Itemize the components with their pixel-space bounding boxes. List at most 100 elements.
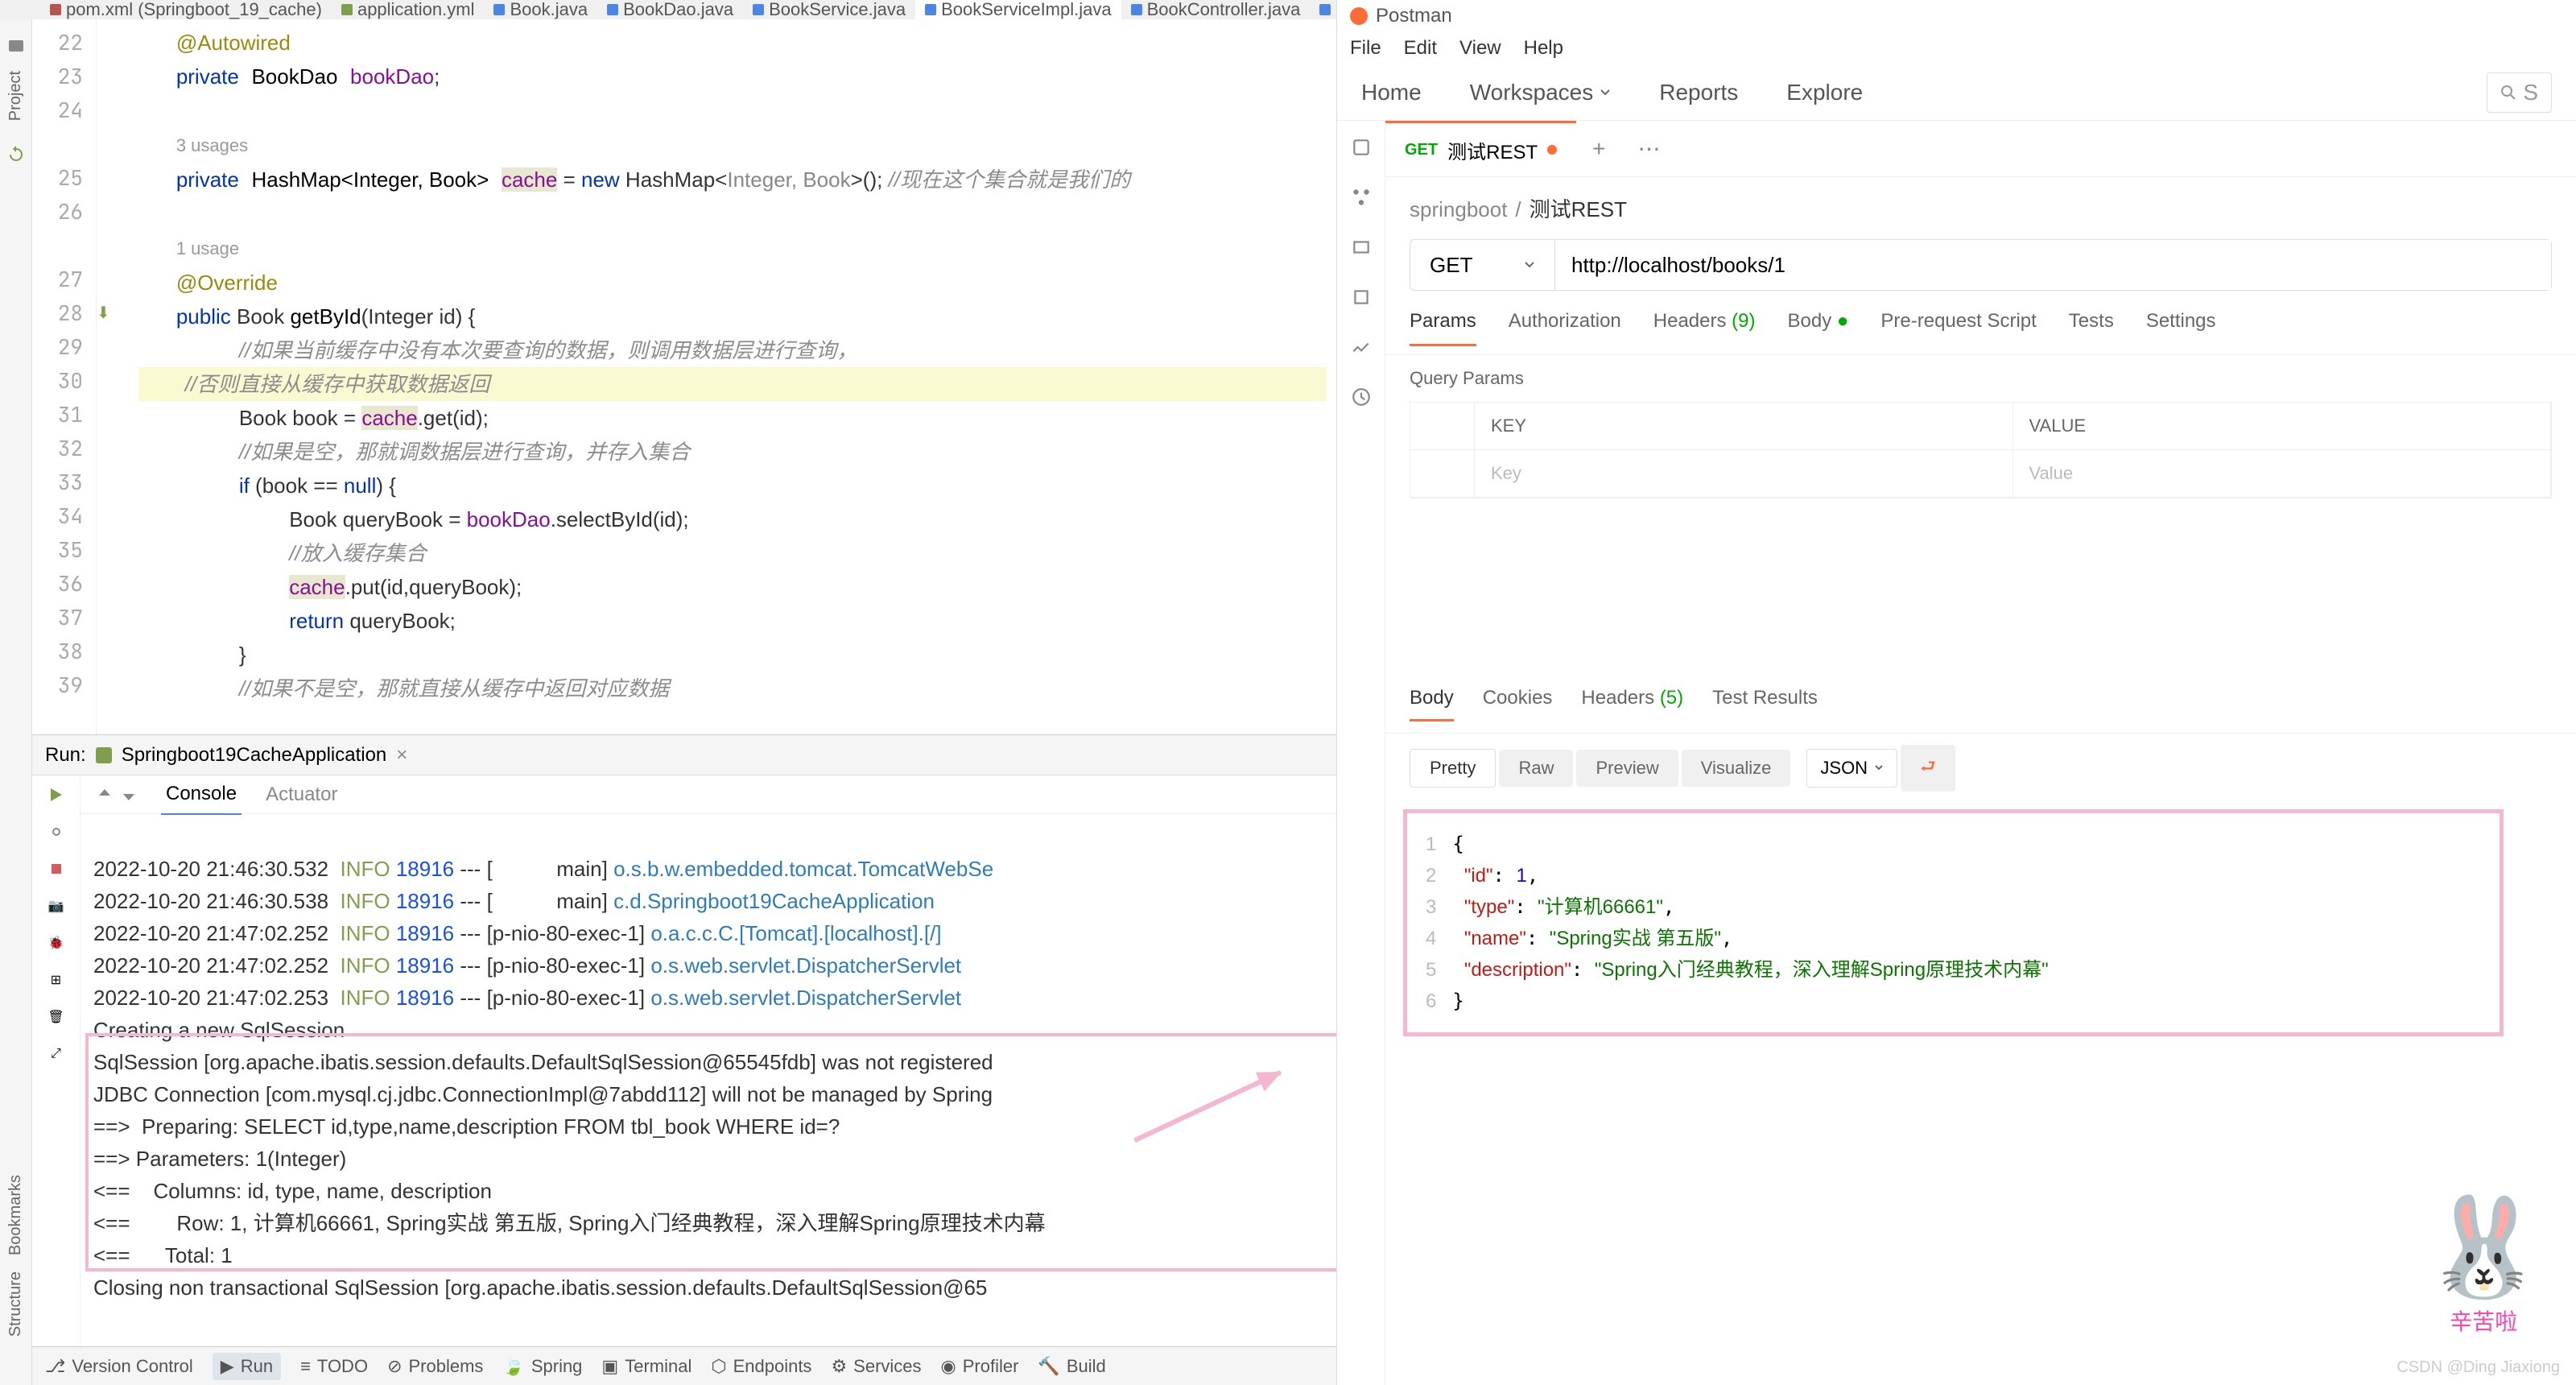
run-tool[interactable]: ▶ Run [213,1353,281,1380]
request-section-tabs: Params Authorization Headers (9) Body ● … [1385,291,2576,355]
col-check [1410,403,1475,449]
version-control-tool[interactable]: ⎇ Version Control [45,1356,193,1377]
log-line: 2022-10-20 21:46:30.538 INFO 18916 --- [… [93,889,935,913]
trash-button[interactable]: 🗑 [45,1006,68,1028]
menu-help[interactable]: Help [1524,37,1563,60]
menu-edit[interactable]: Edit [1404,37,1437,60]
request-tab[interactable]: GET 测试REST [1385,121,1576,176]
view-raw[interactable]: Raw [1499,750,1573,787]
resp-body-tab[interactable]: Body [1410,687,1454,721]
problems-tool[interactable]: ⊘ Problems [387,1356,483,1377]
wrap-button[interactable]: ⮐ [1901,745,1955,792]
down-icon[interactable] [121,787,137,803]
camera-button[interactable]: 📷 [45,895,68,917]
row-check[interactable] [1410,450,1475,497]
file-tab-yml[interactable]: application.yml [332,0,485,19]
terminal-tool[interactable]: ▣ Terminal [601,1356,691,1377]
xml-icon [50,4,61,15]
stop-button[interactable] [45,858,68,880]
tab-menu-button[interactable]: ⋯ [1622,135,1677,162]
nav-explore[interactable]: Explore [1786,80,1863,105]
view-pretty[interactable]: Pretty [1410,749,1496,788]
java-icon [753,4,764,15]
settings-button[interactable] [45,821,68,843]
view-visualize[interactable]: Visualize [1682,750,1791,787]
java-icon [1131,4,1142,15]
nav-reports[interactable]: Reports [1659,80,1738,105]
file-tab-bookdao[interactable]: BookDao.java [597,0,743,19]
code-content[interactable]: @Autowired private BookDao bookDao; 3 us… [129,19,1336,734]
run-label: Run: [45,744,86,767]
environments-icon[interactable] [1351,237,1372,258]
file-tab-bookserviceimpl[interactable]: BookServiceImpl.java [915,0,1121,19]
services-tool[interactable]: ⚙ Services [831,1356,921,1377]
response-body[interactable]: 1{ 2 "id": 1, 3 "type": "计算机66661", 4 "n… [1410,816,2552,1030]
search-input[interactable]: S [2487,72,2552,113]
method-selector[interactable]: GET [1410,240,1555,290]
collections-icon[interactable] [1351,137,1372,158]
postman-menubar: File Edit View Help [1337,32,2576,64]
tab-prerequest[interactable]: Pre-request Script [1880,310,2036,346]
layout-button[interactable]: ⊞ [45,969,68,991]
request-tabs: GET 测试REST + ⋯ [1385,121,2576,177]
tab-authorization[interactable]: Authorization [1509,310,1621,346]
debug-button[interactable]: 🐞 [45,932,68,954]
url-input[interactable] [1555,240,2551,290]
file-tab-controller[interactable]: BookController.java [1121,0,1311,19]
spring-icon [96,747,112,763]
bookmarks-tool[interactable]: Bookmarks [6,1175,25,1255]
resp-tests-tab[interactable]: Test Results [1712,687,1818,721]
nav-home[interactable]: Home [1361,80,1422,105]
mock-icon[interactable] [1351,287,1372,308]
tab-settings[interactable]: Settings [2146,310,2216,346]
apis-icon[interactable] [1351,187,1372,208]
up-icon[interactable] [97,787,113,803]
history-icon[interactable] [1351,387,1372,407]
actuator-tab[interactable]: Actuator [266,783,337,806]
response-view-bar: Pretty Raw Preview Visualize JSON ⮐ [1385,734,2576,803]
monitors-icon[interactable] [1351,337,1372,358]
profiler-tool[interactable]: ◉ Profiler [941,1356,1019,1377]
console-output[interactable]: 2022-10-20 21:46:30.532 INFO 18916 --- [… [80,814,1336,1346]
todo-tool[interactable]: ≡ TODO [300,1356,368,1377]
file-tab-app[interactable]: Springboot19CacheApplication.java [1310,0,1336,19]
console-tabs: Console Actuator [80,775,1336,814]
structure-tool[interactable]: Structure [6,1271,25,1337]
java-icon [493,4,505,15]
code-editor[interactable]: 222324252627282930313233343536373839 ⬇ @… [32,19,1336,734]
menu-file[interactable]: File [1350,37,1381,60]
value-input[interactable]: Value [2013,450,2552,497]
expand-button[interactable]: ⤢ [45,1043,68,1065]
new-tab-button[interactable]: + [1576,136,1621,162]
project-tool[interactable]: Project [6,71,25,121]
file-tab-pom[interactable]: pom.xml (Springboot_19_cache) [40,0,332,19]
log-line: 2022-10-20 21:46:30.532 INFO 18916 --- [… [93,857,993,881]
format-selector[interactable]: JSON [1806,749,1897,788]
refresh-icon[interactable] [6,145,26,164]
crumb-workspace[interactable]: springboot [1410,197,1507,221]
tab-tests[interactable]: Tests [2069,310,2114,346]
file-tab-bookservice[interactable]: BookService.java [743,0,915,19]
nav-workspaces[interactable]: Workspaces [1470,80,1612,105]
folder-icon[interactable] [6,35,26,55]
file-tab-book[interactable]: Book.java [484,0,597,19]
postman-logo-icon [1350,7,1368,25]
resp-cookies-tab[interactable]: Cookies [1483,687,1553,721]
log-line: 2022-10-20 21:47:02.252 INFO 18916 --- [… [93,953,961,978]
console-tab[interactable]: Console [161,775,242,815]
postman-nav: Home Workspaces Reports Explore S [1337,64,2576,121]
resp-headers-tab[interactable]: Headers (5) [1581,687,1683,721]
tab-body[interactable]: Body ● [1788,310,1849,346]
tab-headers[interactable]: Headers (9) [1653,310,1756,346]
tab-params[interactable]: Params [1410,310,1476,346]
view-preview[interactable]: Preview [1576,750,1678,787]
run-config-name[interactable]: Springboot19CacheApplication [122,744,387,767]
close-icon[interactable]: × [396,744,407,767]
spring-tool[interactable]: 🍃 Spring [502,1356,582,1377]
build-tool[interactable]: 🔨 Build [1038,1356,1105,1377]
endpoints-tool[interactable]: ⬡ Endpoints [711,1356,811,1377]
watermark: CSDN @Ding Jiaxiong [2396,1358,2560,1377]
menu-view[interactable]: View [1459,37,1501,60]
rerun-button[interactable] [45,783,68,806]
key-input[interactable]: Key [1475,450,2013,497]
